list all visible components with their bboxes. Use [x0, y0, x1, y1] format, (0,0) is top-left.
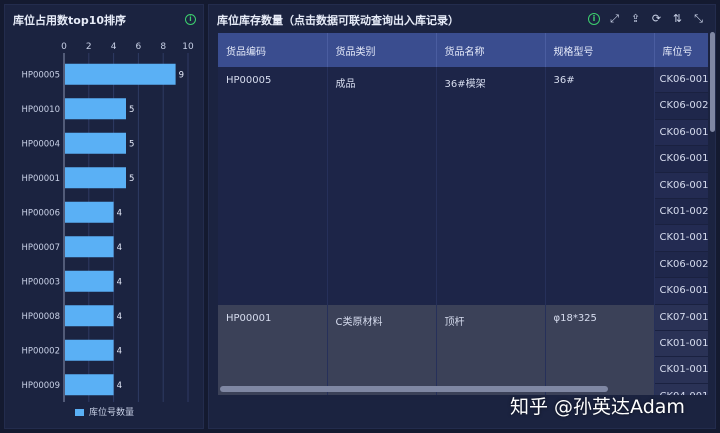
- cell-category[interactable]: 成品: [327, 67, 437, 305]
- column-header[interactable]: 库位号: [654, 33, 708, 67]
- location-cell[interactable]: CK06-001: [654, 119, 708, 147]
- data-label: 4: [117, 381, 122, 391]
- data-label: 5: [129, 174, 134, 184]
- location-cell[interactable]: CK01-001: [654, 330, 708, 358]
- vertical-scrollbar[interactable]: [710, 32, 715, 132]
- collapse-icon[interactable]: ⤡: [692, 12, 705, 25]
- bar: [65, 236, 114, 258]
- location-cell[interactable]: CK06-001: [654, 146, 708, 173]
- location-cell[interactable]: CK06-001: [654, 67, 708, 94]
- cell-code[interactable]: HP00001: [218, 304, 328, 395]
- bar: [65, 374, 114, 396]
- y-tick-label: HP00002: [21, 346, 60, 356]
- legend-label: 库位号数量: [89, 408, 135, 418]
- bar: [65, 270, 114, 292]
- bar: [65, 63, 176, 85]
- y-tick-label: HP00007: [21, 243, 60, 253]
- data-label: 4: [117, 243, 122, 253]
- cell-code[interactable]: HP00005: [218, 67, 328, 305]
- watermark: 知乎 @孙英达Adam: [510, 396, 685, 418]
- cell-locations: CK06-001 CK06-002 CK06-001 CK06-001 CK06…: [654, 67, 708, 305]
- column-header[interactable]: 规格型号: [545, 33, 655, 67]
- cell-category[interactable]: C类原材料: [327, 304, 437, 395]
- x-tick-label: 0: [61, 42, 67, 52]
- link-icon[interactable]: ⤢: [608, 12, 621, 25]
- legend-swatch: [75, 409, 84, 416]
- info-icon[interactable]: i: [588, 13, 600, 25]
- top10-panel: 库位占用数top10排序 i 0 2 4 6 8 10 HP00005 9 HP00010 5 HP…: [4, 4, 204, 429]
- cell-locations: CK07-001 CK01-001 CK01-001 CK04-001: [654, 304, 708, 395]
- bar: [65, 339, 114, 361]
- location-cell[interactable]: CK01-001: [654, 225, 708, 252]
- location-cell[interactable]: CK06-002: [654, 251, 708, 279]
- y-tick-label: HP00001: [21, 174, 60, 184]
- table-header: 货品编码 货品类别 货品名称 规格型号 库位号: [218, 33, 708, 67]
- bar: [65, 305, 114, 327]
- x-tick-label: 2: [86, 42, 92, 52]
- refresh-icon[interactable]: ⟳: [650, 12, 663, 25]
- cell-spec[interactable]: 36#: [545, 67, 655, 305]
- inventory-table[interactable]: 货品编码 货品类别 货品名称 规格型号 库位号 HP00005 成品 36#模架…: [218, 33, 708, 395]
- export-icon[interactable]: ⇪: [629, 12, 642, 25]
- bar: [65, 167, 126, 189]
- location-cell[interactable]: CK01-002: [654, 198, 708, 226]
- data-label: 4: [117, 208, 122, 218]
- inventory-panel: 库位库存数量（点击数据可联动查询出入库记录） i ⤢ ⇪ ⟳ ⇅ ⤡ 货品编码 …: [208, 4, 716, 429]
- y-tick-label: HP00004: [21, 139, 60, 149]
- data-label: 5: [129, 139, 134, 149]
- cell-name[interactable]: 顶杆: [436, 304, 546, 395]
- y-tick-label: HP00005: [21, 70, 60, 80]
- data-label: 4: [117, 346, 122, 356]
- bar: [65, 201, 114, 223]
- data-label: 9: [179, 70, 184, 80]
- x-tick-label: 10: [182, 42, 194, 52]
- column-header[interactable]: 货品编码: [218, 33, 328, 67]
- location-cell[interactable]: CK06-001: [654, 172, 708, 199]
- location-cell[interactable]: CK06-001: [654, 278, 708, 305]
- y-tick-label: HP00003: [21, 277, 60, 287]
- data-label: 4: [117, 312, 122, 322]
- table-row[interactable]: HP00001 C类原材料 顶杆 φ18*325 CK07-001 CK01-0…: [218, 304, 708, 395]
- y-tick-label: HP00008: [21, 312, 60, 322]
- column-header[interactable]: 货品类别: [327, 33, 437, 67]
- x-tick-label: 8: [160, 42, 166, 52]
- inventory-title: 库位库存数量（点击数据可联动查询出入库记录）: [217, 14, 459, 27]
- location-cell[interactable]: CK06-002: [654, 93, 708, 120]
- y-tick-label: HP00006: [21, 208, 60, 218]
- location-cell[interactable]: CK07-001: [654, 304, 708, 331]
- y-tick-label: HP00010: [21, 105, 60, 115]
- cell-name[interactable]: 36#模架: [436, 67, 546, 305]
- cell-spec[interactable]: φ18*325: [545, 304, 655, 395]
- bar-chart: 0 2 4 6 8 10 HP00005 9 HP00010 5 HP00004 5 HP00001 5 H…: [21, 42, 194, 402]
- y-tick-label: HP00009: [21, 381, 60, 391]
- x-tick-label: 4: [111, 42, 117, 52]
- bar: [65, 98, 126, 120]
- sort-icon[interactable]: ⇅: [671, 12, 684, 25]
- column-header[interactable]: 货品名称: [436, 33, 546, 67]
- data-label: 4: [117, 277, 122, 287]
- toolbar: i ⤢ ⇪ ⟳ ⇅ ⤡: [588, 12, 705, 25]
- location-cell[interactable]: CK01-001: [654, 357, 708, 384]
- bar: [65, 132, 126, 154]
- table-row[interactable]: HP00005 成品 36#模架 36# CK06-001 CK06-002 C…: [218, 67, 708, 305]
- chart-legend[interactable]: 库位号数量: [75, 405, 134, 418]
- data-label: 5: [129, 105, 134, 115]
- x-tick-label: 6: [136, 42, 142, 52]
